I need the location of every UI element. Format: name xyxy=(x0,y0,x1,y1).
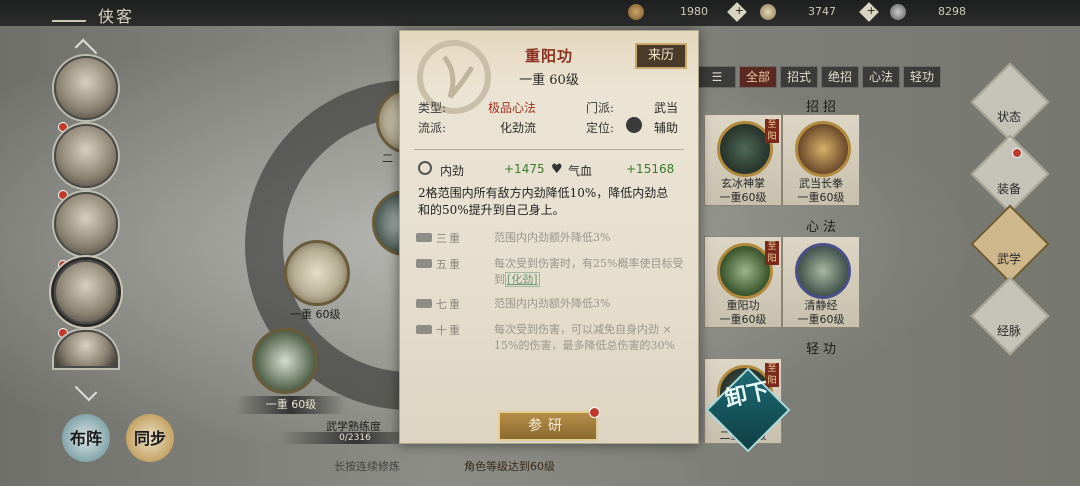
skill-icon xyxy=(795,121,851,177)
hero-portrait-selected[interactable] xyxy=(54,260,118,324)
type-key: 类型: xyxy=(418,101,447,115)
keyword-link[interactable]: [化劲] xyxy=(505,272,540,287)
add-resource-1-button[interactable] xyxy=(727,2,747,22)
nav-meridian-label: 经脉 xyxy=(996,324,1021,338)
filter-light[interactable]: 轻功 xyxy=(903,66,941,88)
stat-hp-value: +15168 xyxy=(626,162,675,176)
skill-description: 2格范围内所有敌方内劲降低10%，降低内劲总和的50%提升到自己身上。 xyxy=(418,186,669,217)
skill-card-2[interactable]: 武当长拳 一重60级 xyxy=(782,114,860,206)
tier-7-text: 范围内内劲额外降低3% xyxy=(494,297,611,310)
school-key: 门派: xyxy=(586,101,615,115)
heart-icon: ♥ xyxy=(551,162,563,177)
formation-label: 布阵 xyxy=(69,429,102,448)
sync-button[interactable]: 同步 xyxy=(126,414,174,462)
skill-level: 一重60级 xyxy=(719,313,767,326)
skill-orb-1[interactable] xyxy=(284,240,350,306)
resource-value-2: 3747 xyxy=(808,5,836,18)
tier-10: 十重 xyxy=(416,322,480,338)
type-value: 极品心法 xyxy=(488,101,537,115)
skill-detail-popup: 重阳功 一重 60级 来历 类型: 极品心法 门派: 武当 流派: 化劲流 定位… xyxy=(399,30,699,444)
tier-3: 三重 xyxy=(416,230,480,246)
notification-dot xyxy=(1012,148,1022,158)
formation-button[interactable]: 布阵 xyxy=(62,414,110,462)
section-light: 轻功 xyxy=(806,342,841,357)
support-role-icon xyxy=(626,117,642,133)
school-value: 武当 xyxy=(654,101,679,115)
level-requirement: 角色等级达到60级 xyxy=(464,460,555,473)
tier-name: 三重 xyxy=(436,232,462,245)
skill-card-4[interactable]: 清静经 一重60级 xyxy=(782,236,860,328)
tier-3-text: 范围内内劲额外降低3% xyxy=(494,231,611,244)
skill-badge: 至阳 xyxy=(765,119,779,143)
skill-icon xyxy=(795,243,851,299)
stat-hp-label: 气血 xyxy=(568,164,593,178)
coin-currency-icon xyxy=(890,4,906,20)
skill-badge: 至阳 xyxy=(765,241,779,265)
skill-level: 一重60级 xyxy=(719,191,767,204)
skill-orb-2[interactable] xyxy=(252,328,318,394)
tier-7: 七重 xyxy=(416,296,480,312)
nav-equip-label: 装备 xyxy=(996,182,1021,196)
tier-brush-icon xyxy=(416,259,432,268)
resource-value-3: 8298 xyxy=(938,5,966,18)
skill-card-3[interactable]: 至阳 重阳功 一重60级 xyxy=(704,236,782,328)
hero-portrait-3[interactable] xyxy=(54,192,118,256)
skill-filter-bar: ☰ 全部 招式 绝招 心法 轻功 xyxy=(698,66,941,88)
popup-level: 一重 60级 xyxy=(519,73,579,88)
page-title: 侠客 xyxy=(98,7,135,26)
tier-name: 五重 xyxy=(436,258,462,271)
tier-brush-icon xyxy=(416,325,432,334)
stat-inner-label: 内劲 xyxy=(440,164,465,178)
orb1-level: 一重 60级 xyxy=(290,308,341,321)
source-button[interactable]: 来历 xyxy=(635,43,687,69)
tier-name: 七重 xyxy=(436,298,462,311)
filter-all[interactable]: 全部 xyxy=(739,66,777,88)
tier-brush-icon xyxy=(416,299,432,308)
back-brush-icon[interactable] xyxy=(51,6,95,22)
tier-brush-icon xyxy=(416,233,432,242)
sect-key: 流派: xyxy=(418,121,447,135)
hero-portrait-2[interactable] xyxy=(54,124,118,188)
skill-level: 一重60级 xyxy=(797,313,845,326)
orb2-level: 一重 60级 xyxy=(236,396,346,414)
nav-martial-label: 武学 xyxy=(996,252,1021,266)
sync-label: 同步 xyxy=(133,429,166,448)
research-button[interactable]: 参研 xyxy=(498,411,598,441)
divider xyxy=(414,149,684,150)
tier-10-text: 每次受到伤害，可以减免自身内劲 × 15%的伤害，最多降低总伤害的30% xyxy=(494,323,675,352)
leaf-currency-icon xyxy=(628,4,644,20)
orb-tag: 二 xyxy=(382,152,393,165)
hold-hint: 长按连续修炼 xyxy=(334,460,400,473)
resource-value-1: 1980 xyxy=(680,5,708,18)
add-resource-2-button[interactable] xyxy=(859,2,879,22)
skill-level: 一重60级 xyxy=(797,191,845,204)
section-moves: 招招 xyxy=(806,100,841,115)
tier-5: 五重 xyxy=(416,256,480,272)
list-view-icon[interactable]: ☰ xyxy=(698,66,736,88)
hero-portrait-1[interactable] xyxy=(54,56,118,120)
notification-dot xyxy=(589,407,600,418)
role-value: 辅助 xyxy=(654,121,679,135)
skill-card-1[interactable]: 至阳 玄冰神掌 一重60级 xyxy=(704,114,782,206)
tier-name: 十重 xyxy=(436,324,462,337)
sect-value: 化劲流 xyxy=(500,121,537,135)
inner-power-icon xyxy=(418,161,432,175)
role-key: 定位: xyxy=(586,121,615,135)
stat-inner-value: +1475 xyxy=(504,162,545,176)
ingot-currency-icon xyxy=(760,4,776,20)
section-inner: 心法 xyxy=(806,220,841,235)
nav-status-label: 状态 xyxy=(996,110,1021,124)
top-bar: 侠客 1980 3747 8298 xyxy=(0,0,1080,26)
tier-5-text: 每次受到伤害时，有25%概率使目标受到 [化劲] xyxy=(494,256,684,288)
filter-moves[interactable]: 招式 xyxy=(780,66,818,88)
filter-inner[interactable]: 心法 xyxy=(862,66,900,88)
filter-ultimate[interactable]: 绝招 xyxy=(821,66,859,88)
